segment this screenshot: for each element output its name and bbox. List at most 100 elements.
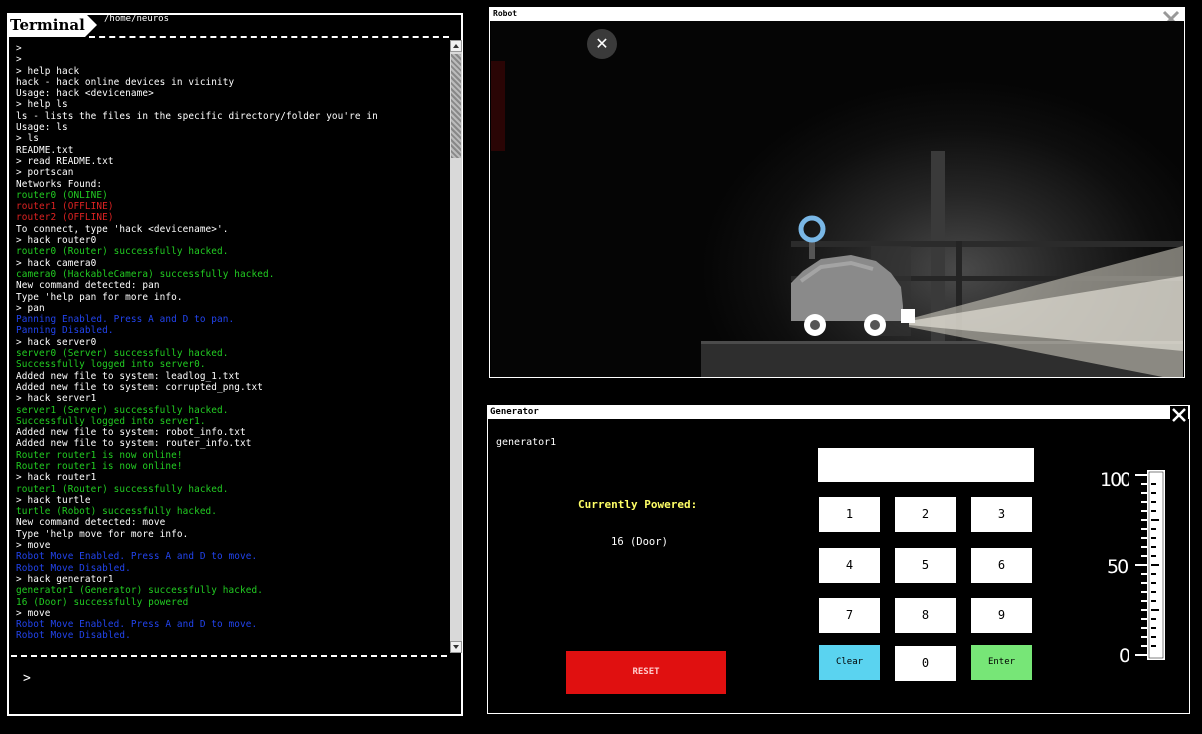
- scrollbar-thumb[interactable]: [451, 54, 461, 158]
- keypad-code-display: [818, 448, 1034, 482]
- gauge-inner-tick: [1151, 618, 1156, 620]
- wheel-hub-right: [870, 320, 880, 330]
- terminal-line: Panning Disabled.: [16, 325, 114, 337]
- keypad-key-4[interactable]: 4: [819, 548, 880, 583]
- terminal-line: Networks Found:: [16, 178, 103, 190]
- terminal-line: > read README.txt: [16, 155, 114, 167]
- terminal-line: router0 (Router) successfully hacked.: [16, 246, 229, 258]
- gauge-inner-tick: [1151, 573, 1156, 575]
- terminal-line: > hack generator1: [16, 573, 114, 585]
- power-gauge: [1129, 470, 1169, 666]
- terminal-line: router1 (OFFLINE): [16, 201, 114, 213]
- terminal-line: > move: [16, 607, 51, 619]
- terminal-line: New command detected: pan: [16, 280, 160, 292]
- generator-window-title: Generator: [490, 407, 539, 417]
- terminal-line: > hack turtle: [16, 494, 91, 506]
- terminal-line: Router router1 is now online!: [16, 449, 183, 461]
- terminal-line: server0 (Server) successfully hacked.: [16, 348, 229, 360]
- terminal-scrollbar[interactable]: [450, 40, 462, 653]
- robot-titlebar[interactable]: Robot: [490, 8, 1184, 21]
- terminal-line: > ls: [16, 133, 39, 145]
- scroll-up-arrow-icon[interactable]: [450, 40, 462, 52]
- gauge-inner-tick: [1151, 555, 1156, 557]
- terminal-line: > hack router1: [16, 472, 97, 484]
- keypad-key-3[interactable]: 3: [971, 497, 1032, 532]
- robot-camera-feed: ✕: [491, 21, 1183, 377]
- terminal-line: Robot Move Enabled. Press A and D to mov…: [16, 619, 258, 631]
- keypad-key-9[interactable]: 9: [971, 598, 1032, 633]
- gauge-tick: [1135, 564, 1149, 566]
- gauge-inner-tick: [1151, 546, 1156, 548]
- terminal-line: To connect, type 'hack <devicename>'.: [16, 223, 229, 235]
- terminal-line: 16 (Door) successfully powered: [16, 596, 189, 608]
- gauge-inner-tick: [1151, 483, 1156, 485]
- keypad-key-8[interactable]: 8: [895, 598, 956, 633]
- keypad-key-0[interactable]: 0: [895, 646, 956, 681]
- gauge-inner-tick: [1151, 600, 1156, 602]
- terminal-line: >: [16, 43, 22, 54]
- wheel-hub-left: [810, 320, 820, 330]
- terminal-line: hack - hack online devices in vicinity: [16, 76, 235, 88]
- reset-button[interactable]: RESET: [566, 651, 726, 694]
- camera-scene: [491, 61, 1183, 377]
- terminal-line: ls - lists the files in the specific dir…: [16, 110, 378, 122]
- terminal-window: Terminal /home/neuros > > > help hack hack …: [7, 13, 463, 716]
- robot-window-title: Robot: [493, 9, 518, 18]
- left-glow: [491, 61, 505, 151]
- robot-sensor-ring: [798, 215, 826, 243]
- terminal-line: Successfully logged into server1.: [16, 415, 206, 427]
- keypad-key-6[interactable]: 6: [971, 548, 1032, 583]
- generator-titlebar[interactable]: Generator: [488, 406, 1189, 419]
- gauge-inner-tick: [1151, 492, 1156, 494]
- terminal-input-prompt[interactable]: >: [23, 671, 31, 686]
- gauge-label-100: 100: [1100, 469, 1132, 491]
- terminal-line: > hack server0: [16, 336, 97, 348]
- terminal-line: Added new file to system: corrupted_png.…: [16, 381, 264, 393]
- terminal-line: Type 'help move for more info.: [16, 528, 189, 540]
- terminal-line: New command detected: move: [16, 517, 166, 529]
- keypad-key-5[interactable]: 5: [895, 548, 956, 583]
- terminal-line: Usage: ls: [16, 122, 68, 134]
- gauge-tick: [1135, 654, 1149, 656]
- terminal-divider-bottom: [11, 655, 447, 657]
- scroll-down-arrow-icon[interactable]: [450, 641, 462, 653]
- terminal-tab-arrow: [85, 13, 97, 37]
- terminal-line: > help hack: [16, 65, 80, 77]
- currently-powered-label: Currently Powered:: [578, 498, 698, 511]
- generator-close-icon[interactable]: [1170, 406, 1188, 424]
- terminal-line: Type 'help pan for more info.: [16, 291, 183, 303]
- keypad-key-1[interactable]: 1: [819, 497, 880, 532]
- terminal-line: Usage: hack <devicename>: [16, 88, 154, 100]
- gauge-label-50: 50: [1107, 556, 1129, 578]
- gauge-inner-tick: [1151, 528, 1156, 530]
- gauge-inner-tick: [1151, 609, 1159, 611]
- terminal-line: Router router1 is now online!: [16, 460, 183, 472]
- gauge-inner-tick: [1151, 591, 1156, 593]
- gauge-inner-tick: [1151, 636, 1156, 638]
- terminal-line: Added new file to system: leadlog_1.txt: [16, 370, 241, 382]
- camera-close-button[interactable]: ✕: [587, 29, 617, 59]
- terminal-line: generator1 (Generator) successfully hack…: [16, 585, 264, 597]
- terminal-line: turtle (Robot) successfully hacked.: [16, 506, 218, 518]
- gauge-inner-tick: [1151, 510, 1156, 512]
- terminal-line: > pan: [16, 302, 45, 314]
- terminal-line: > move: [16, 540, 51, 552]
- keypad-enter-button[interactable]: Enter: [971, 645, 1032, 680]
- gauge-inner-tick: [1151, 519, 1159, 521]
- keypad-clear-button[interactable]: Clear: [819, 645, 880, 680]
- terminal-tab[interactable]: Terminal: [7, 13, 85, 37]
- terminal-line: Added new file to system: robot_info.txt: [16, 427, 246, 439]
- gauge-inner-tick: [1151, 537, 1156, 539]
- generator-name: generator1: [496, 437, 557, 448]
- gauge-inner-tick: [1151, 582, 1156, 584]
- terminal-path: /home/neuros: [104, 14, 170, 24]
- terminal-line: router0 (ONLINE): [16, 189, 108, 201]
- gauge-inner-tick: [1151, 627, 1156, 629]
- robot-window: Robot ✕: [489, 7, 1185, 378]
- terminal-line: Added new file to system: router_info.tx…: [16, 438, 252, 450]
- robot-flashlight: [901, 309, 915, 323]
- keypad-key-2[interactable]: 2: [895, 497, 956, 532]
- keypad-key-7[interactable]: 7: [819, 598, 880, 633]
- terminal-divider-top: [89, 36, 449, 38]
- terminal-line: Successfully logged into server0.: [16, 359, 206, 371]
